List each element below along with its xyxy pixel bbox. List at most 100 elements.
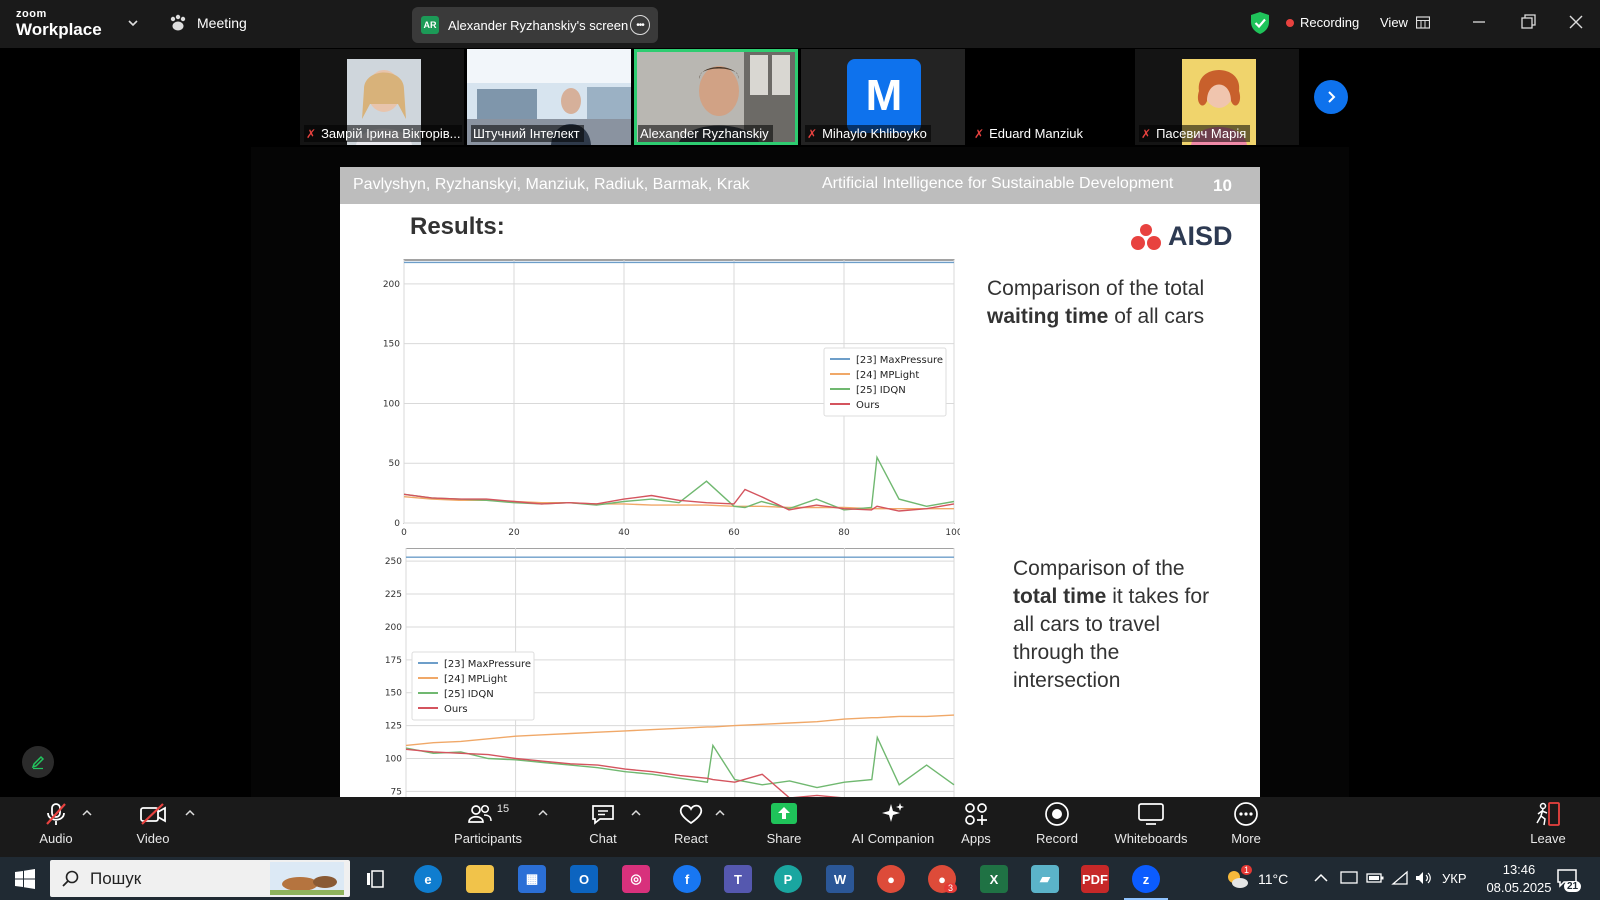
taskbar-search[interactable]: Пошук [50,860,350,897]
video-button[interactable]: Video [131,797,175,857]
legend-label: [24] MPLight [856,370,919,381]
apps-button[interactable]: Apps [956,797,996,857]
participant-tile[interactable]: ✗ Замрій Ірина Вікторів... [300,49,464,145]
aisd-logo: AISD [1130,221,1233,252]
notes-app-icon[interactable]: ▰ [1031,865,1059,893]
volume-icon[interactable] [1414,870,1432,886]
video-off-icon [140,803,166,825]
participant-tile[interactable]: ✗ Пасевич Марія [1135,49,1299,145]
weather-badge: 1 [1241,865,1253,875]
battery-icon[interactable] [1366,872,1384,884]
restore-icon[interactable] [1518,12,1538,32]
mic-muted-icon [46,803,66,825]
y-tick-label: 225 [385,590,402,600]
mic-muted-icon: ✗ [1141,126,1152,141]
presentation-slide: Pavlyshyn, Ryzhanskyi, Manziuk, Radiuk, … [340,167,1260,797]
task-view-icon[interactable] [366,870,384,888]
view-label: View [1380,15,1408,30]
instagram-icon[interactable]: ◎ [622,865,650,893]
wifi-icon[interactable] [1391,870,1409,886]
meeting-button[interactable]: Meeting [168,14,247,32]
audio-options-caret-icon[interactable] [82,809,92,817]
chat-icon [592,805,614,825]
zoom-workplace-logo[interactable]: zoom Workplace [16,9,102,39]
outlook-icon[interactable]: O [570,865,598,893]
participant-tile[interactable]: M ✗ Mihaylo Khliboyko [801,49,965,145]
display-icon[interactable] [1340,870,1358,886]
react-button[interactable]: React [671,797,711,857]
recording-label: Recording [1300,15,1360,30]
chart-legend: [23] MaxPressure [24] MPLight [25] IDQN Our… [823,347,947,417]
excel-icon[interactable]: X [980,865,1008,893]
title-bar: zoom Workplace Meeting AR Alexander Ryzh… [0,0,1600,48]
y-tick-label: 200 [383,280,400,290]
mic-muted-icon: ✗ [807,126,818,141]
slide-header: Pavlyshyn, Ryzhanskyi, Manziuk, Radiuk, … [340,167,1260,204]
participants-caret-icon[interactable] [538,809,548,817]
minimize-icon[interactable] [1469,12,1489,32]
react-caret-icon[interactable] [715,809,725,817]
y-tick-label: 150 [385,689,402,699]
edge-icon[interactable]: e [414,865,442,893]
clock[interactable]: 13:46 08.05.2025 [1480,861,1558,897]
ms-store-icon[interactable]: ▦ [518,865,546,893]
view-button[interactable]: View [1380,15,1430,30]
legend-label: Ours [856,400,880,411]
next-page-button[interactable] [1314,80,1348,114]
share-button[interactable]: Share [763,797,805,857]
weather-widget[interactable]: 1 11°C [1224,857,1288,900]
x-tick-label: 100 [945,528,960,538]
recording-dot-icon [1286,18,1294,27]
y-tick-label: 0 [394,519,400,529]
whiteboards-button[interactable]: Whiteboards [1114,797,1188,857]
chrome-badge: 3 [944,883,958,893]
y-tick-label: 250 [385,557,402,567]
file-explorer-icon[interactable] [466,865,494,893]
close-icon[interactable] [1566,12,1586,32]
audio-button[interactable]: Audio [34,797,78,857]
logo-workplace-text: Workplace [16,20,102,39]
recording-indicator[interactable]: Recording [1286,15,1359,30]
legend-label: [24] MPLight [444,674,507,685]
p-app-icon[interactable]: P [774,865,802,893]
chat-button[interactable]: Chat [583,797,623,857]
security-shield-icon[interactable] [1249,11,1271,35]
participant-tile[interactable]: ✗ Eduard Manziuk [968,49,1132,145]
caption-waiting-time: Comparison of the total waiting time of … [987,277,1205,328]
pdf-icon[interactable]: PDF [1081,865,1109,893]
teams-icon[interactable]: T [724,865,752,893]
legend-label: [25] IDQN [444,689,494,700]
chart-legend: [23] MaxPressure [24] MPLight [25] IDQN Our… [411,651,535,721]
chat-caret-icon[interactable] [631,809,641,817]
chevron-down-icon[interactable] [126,16,140,30]
ai-companion-button[interactable]: AI Companion [843,797,943,857]
temperature-label: 11°C [1258,870,1289,887]
participant-name-tag: Alexander Ryzhanskiy [638,125,773,142]
language-indicator[interactable]: УКР [1442,857,1467,900]
more-button[interactable]: More [1226,797,1266,857]
search-placeholder: Пошук [90,868,142,888]
participants-button[interactable]: 15 Participants [451,797,525,857]
screen-share-indicator[interactable]: AR Alexander Ryzhanskiy's screen ••• [412,7,658,43]
y-tick-label: 100 [385,755,402,765]
x-tick-label: 0 [401,528,407,538]
mic-muted-icon: ✗ [974,126,985,141]
participant-tile-active-speaker[interactable]: Alexander Ryzhanskiy [634,49,798,145]
x-tick-label: 40 [618,528,630,538]
share-screen-icon [771,803,797,824]
more-dots-icon [1234,802,1258,826]
more-options-icon[interactable]: ••• [630,15,650,35]
zoom-app-icon[interactable]: z [1132,865,1160,893]
leave-icon [1536,802,1560,826]
participant-tile[interactable]: Штучний Інтелект [467,49,631,145]
chrome-icon[interactable]: ● [877,865,905,893]
chevron-up-icon[interactable] [1314,873,1328,883]
video-options-caret-icon[interactable] [185,809,195,817]
word-icon[interactable]: W [826,865,854,893]
facebook-icon[interactable]: f [673,865,701,893]
y-tick-label: 200 [385,623,402,633]
annotate-button[interactable] [22,746,54,778]
leave-button[interactable]: Leave [1528,797,1568,857]
record-button[interactable]: Record [1036,797,1078,857]
windows-start-icon[interactable] [15,869,35,889]
